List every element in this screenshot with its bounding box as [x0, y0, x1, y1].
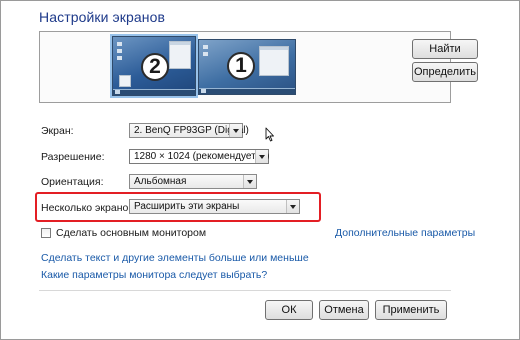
apply-button[interactable]: Применить	[375, 300, 447, 320]
ok-button[interactable]: ОК	[265, 300, 313, 320]
make-primary-checkbox[interactable]	[41, 228, 51, 238]
chevron-down-icon	[286, 200, 299, 213]
resolution-label: Разрешение:	[41, 151, 105, 163]
multiple-displays-select-value: Расширить эти экраны	[134, 201, 240, 212]
find-button[interactable]: Найти	[412, 39, 478, 59]
taskbar-graphic	[113, 89, 195, 95]
which-settings-link[interactable]: Какие параметры монитора следует выбрать…	[41, 269, 267, 281]
monitor-arrangement-area[interactable]: 2 1 Найти Определить	[39, 31, 478, 103]
orientation-select[interactable]: Альбомная	[129, 174, 257, 189]
monitor-number-badge: 2	[141, 53, 169, 81]
screen-label: Экран:	[41, 125, 74, 137]
mini-window-graphic	[259, 46, 289, 76]
resolution-select[interactable]: 1280 × 1024 (рекомендуется)	[129, 149, 269, 164]
screen-select[interactable]: 2. BenQ FP93GP (Digital)	[129, 123, 249, 138]
mouse-cursor-icon	[265, 127, 274, 142]
identify-button[interactable]: Определить	[412, 62, 478, 82]
resolution-select-value: 1280 × 1024 (рекомендуется)	[134, 151, 270, 162]
multiple-displays-label: Несколько экранов:	[41, 202, 137, 214]
desktop-icon	[203, 52, 208, 56]
orientation-select-value: Альбомная	[134, 176, 187, 187]
display-settings-window: Настройки экранов 2 1 Найти Определить Э…	[0, 0, 520, 340]
divider	[39, 290, 451, 291]
desktop-icon	[117, 56, 122, 60]
multiple-displays-select[interactable]: Расширить эти экраны	[129, 199, 300, 214]
page-title: Настройки экранов	[39, 9, 166, 25]
advanced-settings-link[interactable]: Дополнительные параметры	[335, 227, 475, 239]
chevron-down-icon	[255, 150, 268, 163]
taskbar-graphic	[199, 88, 295, 94]
monitor-2-tile[interactable]: 2	[110, 34, 198, 98]
text-size-link[interactable]: Сделать текст и другие элементы больше и…	[41, 252, 309, 264]
orientation-label: Ориентация:	[41, 176, 104, 188]
desktop-icon	[203, 45, 208, 49]
monitor-number-badge: 1	[227, 52, 255, 80]
make-primary-label: Сделать основным монитором	[56, 227, 207, 239]
mini-window-graphic	[169, 41, 191, 69]
desktop-icon	[117, 49, 122, 53]
chevron-down-icon	[229, 124, 242, 137]
desktop-icon	[117, 42, 122, 46]
cancel-button[interactable]: Отмена	[319, 300, 369, 320]
mini-window-graphic	[119, 75, 131, 87]
monitor-1-tile[interactable]: 1	[198, 39, 296, 95]
chevron-down-icon	[243, 175, 256, 188]
